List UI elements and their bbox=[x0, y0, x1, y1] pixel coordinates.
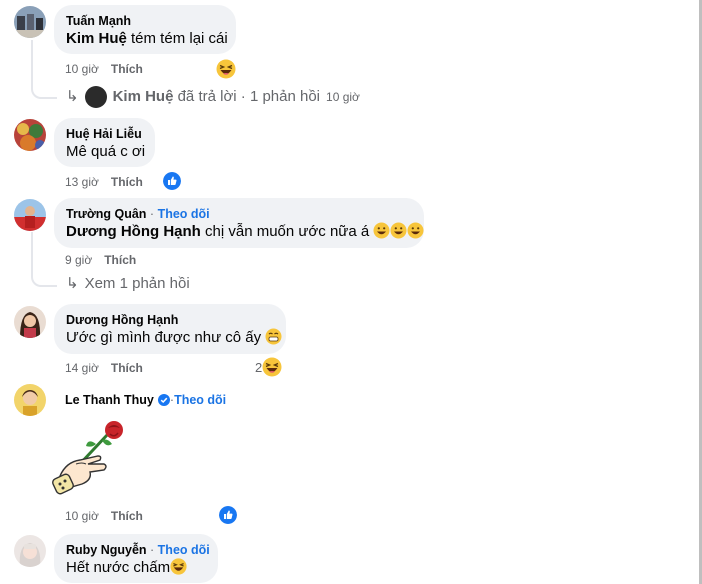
follow-button[interactable]: Theo dõi bbox=[158, 207, 210, 221]
like-icon[interactable] bbox=[163, 172, 181, 190]
comment-bubble: Huệ Hải Liễu Mê quá c ơi bbox=[54, 118, 155, 167]
laughing-emoji[interactable] bbox=[216, 59, 236, 79]
comment-author-row: Ruby Nguyễn · Theo dõi bbox=[66, 543, 210, 557]
avatar[interactable] bbox=[14, 384, 46, 416]
comment-author[interactable]: Tuấn Mạnh bbox=[66, 13, 224, 29]
comment-time[interactable]: 10 giờ bbox=[65, 509, 99, 523]
reply-arrow-icon: ↳ bbox=[66, 88, 79, 105]
reply-thread-line bbox=[31, 232, 57, 287]
comment-text: Dương Hồng Hạnh chị vẫn muốn ước nữa á bbox=[66, 222, 424, 242]
comment-author[interactable]: Le Thanh Thuy bbox=[65, 392, 154, 408]
mention-link[interactable]: Kim Huệ bbox=[66, 30, 127, 47]
avatar[interactable] bbox=[14, 119, 46, 151]
comment-time[interactable]: 10 giờ bbox=[65, 62, 99, 76]
laughing-emoji bbox=[262, 357, 282, 377]
comment-meta: 10 giờ Thích bbox=[65, 61, 143, 77]
comment-author-row: Trường Quân · Theo dõi bbox=[66, 207, 210, 221]
reply-author: Kim Huệ bbox=[112, 88, 174, 105]
mention-link[interactable]: Dương Hồng Hạnh bbox=[66, 223, 201, 240]
comment-time[interactable]: 13 giờ bbox=[65, 175, 99, 189]
comment-meta: 9 giờ Thích bbox=[65, 252, 136, 268]
reaction-summary[interactable]: 2 bbox=[255, 357, 282, 377]
like-button[interactable]: Thích bbox=[111, 62, 143, 76]
comment-author[interactable]: Dương Hồng Hạnh bbox=[66, 312, 274, 328]
comment-bubble: Trường Quân · Theo dõi Dương Hồng Hạnh c… bbox=[54, 198, 424, 248]
view-replies-link[interactable]: ↳ Xem 1 phản hồi bbox=[66, 274, 190, 294]
comment-author-row: Le Thanh Thuy · Theo dõi bbox=[65, 392, 227, 408]
comment-time[interactable]: 9 giờ bbox=[65, 253, 92, 267]
avatar[interactable] bbox=[14, 6, 46, 38]
avatar[interactable] bbox=[14, 306, 46, 338]
comment-author[interactable]: Huệ Hải Liễu bbox=[66, 126, 143, 142]
comment-bubble: Ruby Nguyễn · Theo dõi Hết nước chấm bbox=[54, 534, 218, 583]
laughing-emoji bbox=[170, 558, 187, 575]
grinning-emoji bbox=[373, 222, 390, 239]
reply-thread-line bbox=[31, 40, 57, 99]
comment-author[interactable]: Trường Quân bbox=[66, 207, 146, 221]
reaction-count: 2 bbox=[255, 359, 263, 375]
comment-meta: 10 giờ Thích bbox=[65, 508, 143, 524]
comment-text: Ước gì mình được như cô ấy bbox=[66, 328, 282, 348]
like-button[interactable]: Thích bbox=[104, 253, 136, 267]
comment-author[interactable]: Ruby Nguyễn bbox=[66, 543, 147, 557]
like-icon[interactable] bbox=[219, 506, 237, 524]
comment-text: Mê quá c ơi bbox=[66, 143, 146, 160]
reply-arrow-icon: ↳ bbox=[66, 275, 79, 292]
comment-text: Kim Huệ tém tém lại cái bbox=[66, 30, 228, 47]
comment-time[interactable]: 14 giờ bbox=[65, 361, 99, 375]
avatar bbox=[84, 86, 107, 108]
reply-time: 10 giờ bbox=[326, 90, 360, 104]
comment-meta: 14 giờ Thích bbox=[65, 360, 143, 376]
avatar[interactable] bbox=[14, 535, 46, 567]
like-button[interactable]: Thích bbox=[111, 175, 143, 189]
comment-text: Hết nước chấm bbox=[66, 558, 206, 578]
comment-bubble: Dương Hồng Hạnh Ước gì mình được như cô … bbox=[54, 304, 286, 354]
comment-meta: 13 giờ Thích bbox=[65, 174, 143, 190]
grinning-emoji bbox=[390, 222, 407, 239]
comment-bubble: Tuấn Mạnh Kim Huệ tém tém lại cái bbox=[54, 5, 236, 54]
reply-summary[interactable]: ↳ Kim Huệ đã trả lời · 1 phản hồi 10 giờ bbox=[66, 86, 360, 108]
grin-emoji bbox=[265, 328, 282, 345]
verified-badge-icon bbox=[157, 394, 170, 406]
follow-button[interactable]: Theo dõi bbox=[174, 392, 226, 408]
like-button[interactable]: Thích bbox=[111, 509, 143, 523]
grinning-emoji bbox=[407, 222, 424, 239]
hand-holding-rose-sticker[interactable] bbox=[52, 418, 132, 498]
avatar[interactable] bbox=[14, 199, 46, 231]
follow-button[interactable]: Theo dõi bbox=[158, 543, 210, 557]
like-button[interactable]: Thích bbox=[111, 361, 143, 375]
